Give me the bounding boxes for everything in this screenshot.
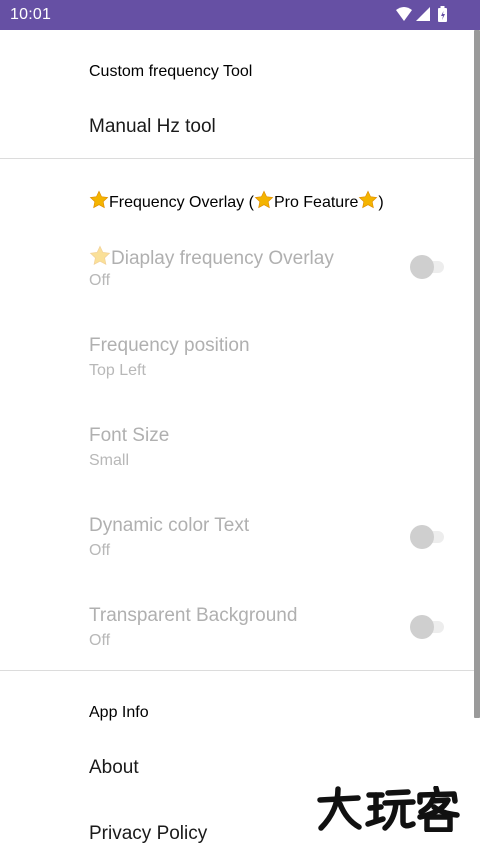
status-time: 10:01	[10, 6, 52, 23]
status-icons	[394, 5, 452, 25]
category-frequency-overlay: Frequency Overlay ( Pro Feature)	[89, 190, 384, 215]
switch-thumb	[410, 525, 434, 549]
transparent-background-switch[interactable]	[410, 614, 446, 639]
switch-thumb	[410, 255, 434, 279]
switch-thumb	[410, 615, 434, 639]
status-bar: 10:01	[0, 0, 480, 30]
manual-hz-tool-item[interactable]: Manual Hz tool	[89, 116, 216, 138]
wifi-icon	[396, 7, 412, 21]
transparent-background-title[interactable]: Transparent Background	[89, 605, 297, 627]
display-frequency-overlay-switch[interactable]	[410, 254, 446, 279]
settings-list[interactable]: Custom frequency Tool Manual Hz tool Fre…	[0, 30, 474, 853]
category-custom-frequency-tool: Custom frequency Tool	[89, 63, 253, 80]
star-icon	[89, 190, 109, 215]
font-size-title[interactable]: Font Size	[89, 425, 169, 447]
star-icon	[89, 245, 111, 273]
display-frequency-overlay-summary: Off	[89, 272, 111, 289]
display-frequency-overlay-label: Diaplay frequency Overlay	[111, 248, 334, 269]
about-item[interactable]: About	[89, 757, 139, 779]
scrollbar[interactable]	[474, 30, 480, 718]
dynamic-color-text-switch[interactable]	[410, 524, 446, 549]
divider	[0, 670, 474, 671]
star-icon	[254, 190, 274, 215]
pro-feature-label: Pro Feature	[273, 194, 359, 211]
display-frequency-overlay-title[interactable]: Diaplay frequency Overlay	[89, 245, 334, 273]
dynamic-color-text-title[interactable]: Dynamic color Text	[89, 515, 249, 537]
category-app-info: App Info	[89, 704, 149, 721]
privacy-policy-item[interactable]: Privacy Policy	[89, 823, 207, 845]
category-overlay-label: Frequency Overlay (	[109, 194, 254, 211]
category-overlay-close: )	[378, 194, 384, 211]
star-icon	[358, 190, 378, 215]
font-size-summary: Small	[89, 452, 130, 469]
watermark-logo	[316, 785, 462, 833]
frequency-position-title[interactable]: Frequency position	[89, 335, 250, 357]
dynamic-color-text-summary: Off	[89, 542, 111, 559]
cell-signal-icon	[416, 7, 430, 21]
divider	[0, 158, 474, 159]
battery-icon	[438, 6, 447, 22]
transparent-background-summary: Off	[89, 632, 111, 649]
frequency-position-summary: Top Left	[89, 362, 146, 379]
